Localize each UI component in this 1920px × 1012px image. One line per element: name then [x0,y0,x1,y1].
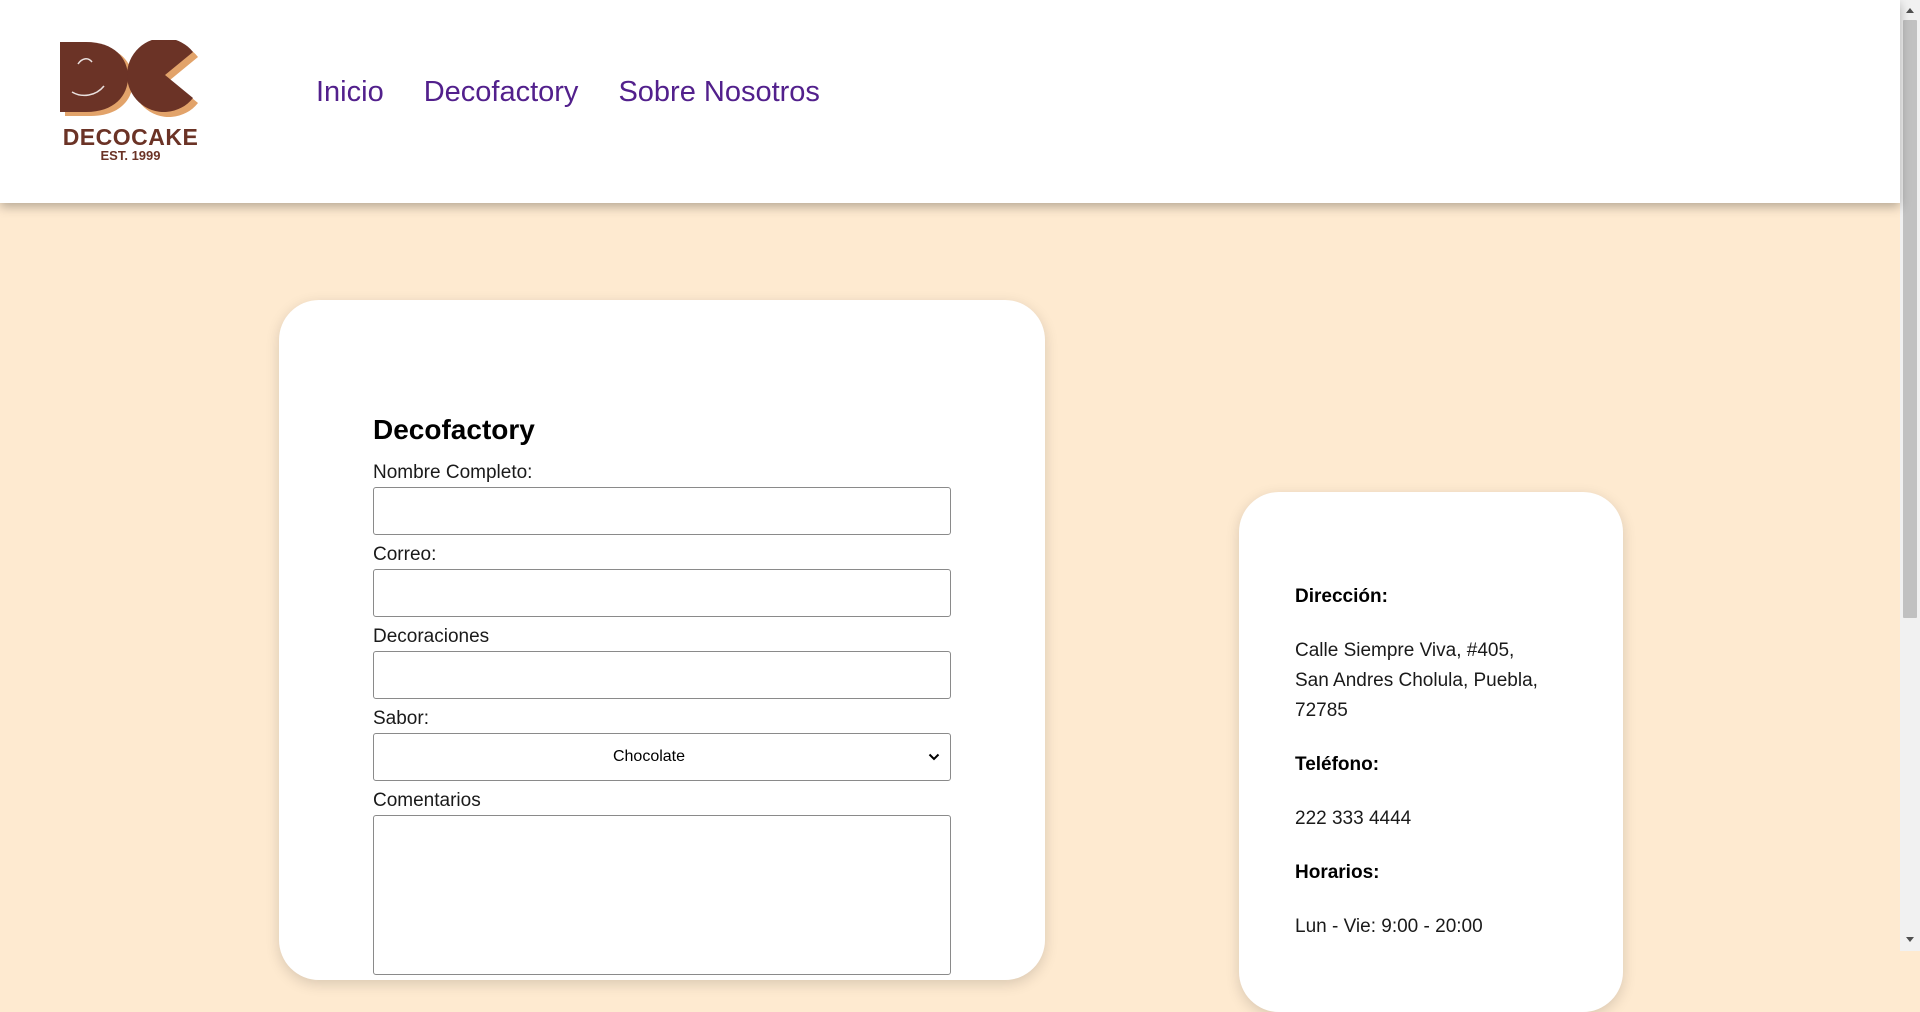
sabor-label: Sabor: [373,708,429,729]
triangle-down-icon[interactable] [1905,936,1915,944]
horarios-value: Lun - Vie: 9:00 - 20:00 [1295,916,1483,937]
nav-decofactory[interactable]: Decofactory [424,76,579,109]
sabor-selected-value: Chocolate [612,748,686,765]
form-title: Decofactory [373,414,535,445]
correo-input[interactable] [373,569,951,617]
contact-info-card: Dirección: Calle Siempre Viva, #405, San… [1239,492,1623,1012]
comentarios-textarea[interactable] [373,815,951,975]
direccion-value: Calle Siempre Viva, #405, San Andres Cho… [1295,636,1595,726]
decocake-logo[interactable]: DECOCAKE EST. 1999 [58,40,203,165]
nav-inicio[interactable]: Inicio [316,76,384,109]
correo-label: Correo: [373,544,437,565]
scrollbar-thumb[interactable] [1903,20,1917,618]
nav-sobre-nosotros[interactable]: Sobre Nosotros [618,76,820,109]
direccion-line: 72785 [1295,700,1348,721]
contact-info: Dirección: Calle Siempre Viva, #405, San… [1295,584,1595,968]
order-form: Decofactory Nombre Completo: Correo: Dec… [373,414,951,975]
vertical-scrollbar[interactable] [1900,0,1920,951]
horarios-label: Horarios: [1295,862,1380,883]
decoraciones-input[interactable] [373,651,951,699]
brand-established: EST. 1999 [100,148,161,163]
brand-name: DECOCAKE [62,124,199,150]
sabor-select[interactable]: Chocolate [373,733,951,781]
chevron-down-icon [928,753,940,761]
order-form-card: Decofactory Nombre Completo: Correo: Dec… [279,300,1045,980]
telefono-label: Teléfono: [1295,754,1380,775]
nombre-label: Nombre Completo: [373,462,533,483]
decoraciones-label: Decoraciones [373,626,490,647]
direccion-label: Dirección: [1295,586,1388,607]
triangle-up-icon[interactable] [1905,6,1915,14]
site-header: DECOCAKE EST. 1999 Inicio Decofactory So… [0,0,1900,203]
direccion-line: San Andres Cholula, Puebla, [1295,670,1538,691]
main-nav: Inicio Decofactory Sobre Nosotros [316,76,820,109]
telefono-value: 222 333 4444 [1295,808,1412,829]
nombre-input[interactable] [373,487,951,535]
comentarios-label: Comentarios [373,790,481,811]
direccion-line: Calle Siempre Viva, #405, [1295,640,1515,661]
logo-mark-icon [60,40,198,118]
